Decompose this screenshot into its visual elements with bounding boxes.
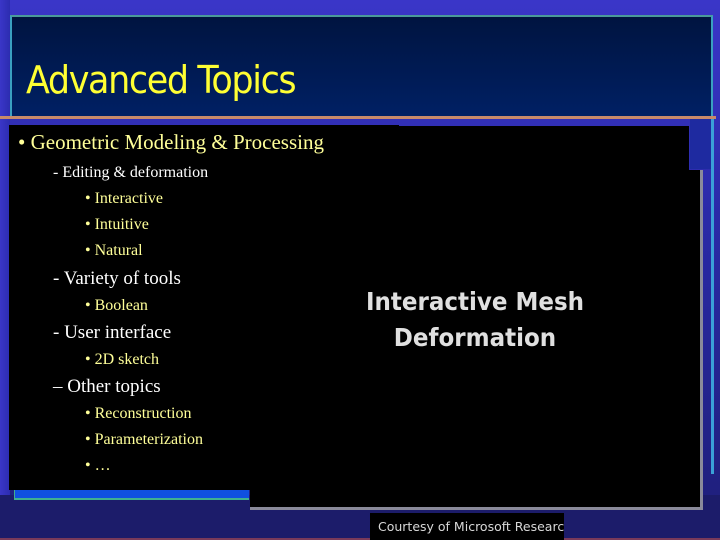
video-title-line-1: Interactive Mesh bbox=[365, 287, 585, 316]
right-rail bbox=[711, 119, 714, 474]
list-item: • 2D sketch bbox=[85, 351, 160, 368]
accent-bar bbox=[14, 490, 249, 500]
section-heading: - User interface bbox=[53, 322, 172, 343]
list-item: • Parameterization bbox=[85, 431, 203, 448]
list-item: • Intuitive bbox=[85, 216, 149, 233]
list-item: • Natural bbox=[85, 242, 143, 259]
section-heading: – Other topics bbox=[53, 376, 161, 397]
video-title: Interactive Mesh Deformation bbox=[268, 284, 682, 356]
list-item: • Boolean bbox=[85, 297, 148, 314]
section-heading: - Editing & deformation bbox=[53, 164, 209, 181]
main-bullet: • Geometric Modeling & Processing bbox=[18, 130, 324, 154]
slide-title: Advanced Topics bbox=[26, 58, 297, 102]
title-divider bbox=[0, 116, 716, 119]
list-item: • Interactive bbox=[85, 190, 163, 207]
right-rail-background bbox=[690, 119, 711, 169]
section-heading: - Variety of tools bbox=[53, 268, 181, 289]
video-credit: Courtesy of Microsoft Research As bbox=[370, 513, 564, 540]
list-item: • Reconstruction bbox=[85, 405, 192, 422]
list-item: • … bbox=[85, 457, 111, 474]
video-title-line-2: Deformation bbox=[393, 323, 557, 352]
